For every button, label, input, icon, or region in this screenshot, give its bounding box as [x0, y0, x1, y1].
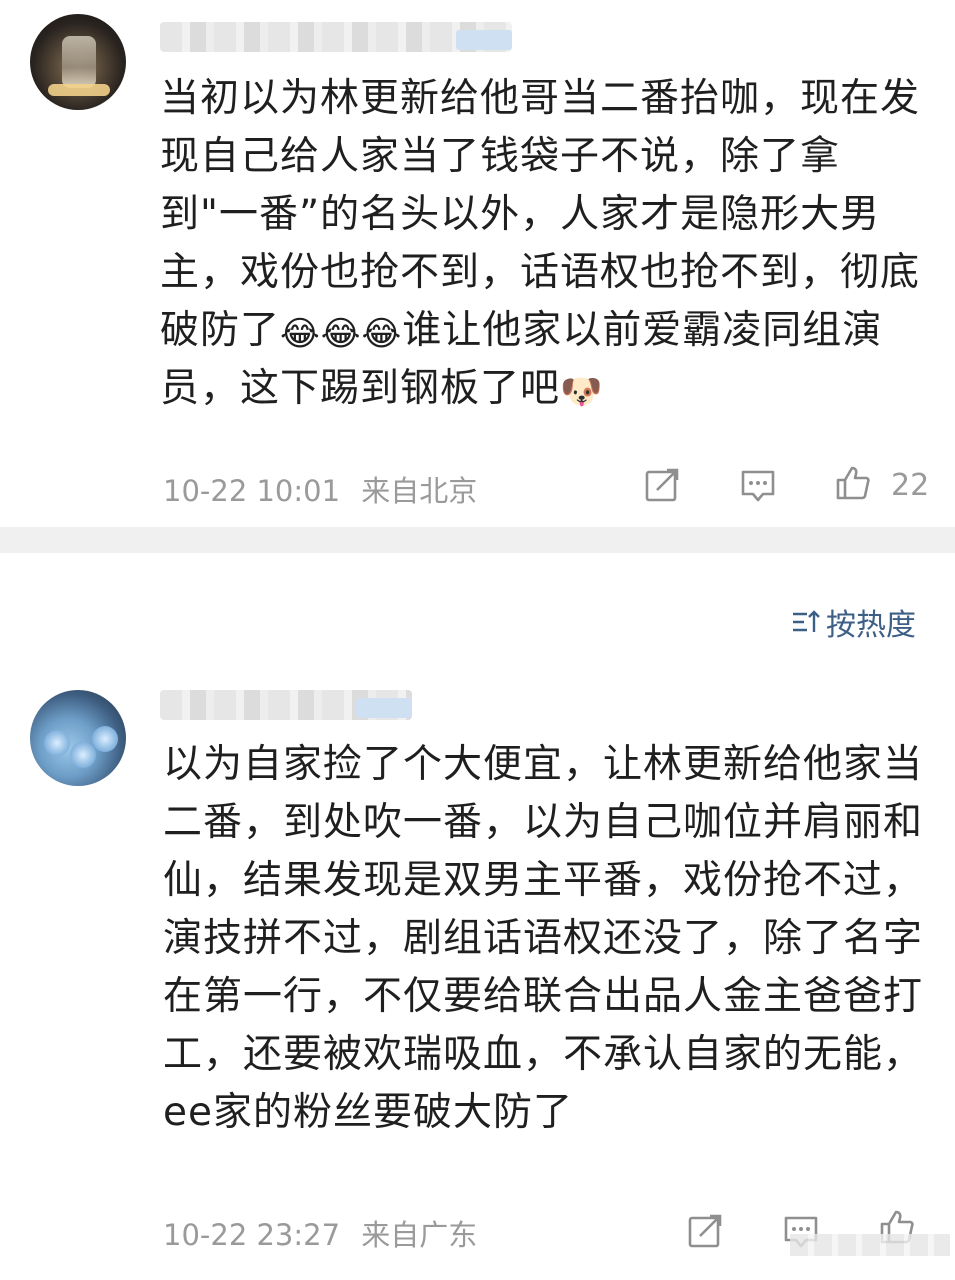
share-icon — [688, 1214, 722, 1248]
comment-time: 10-22 23:27 — [163, 1218, 341, 1252]
comment-location: 来自广东 — [361, 1218, 478, 1252]
avatar-image — [92, 726, 118, 752]
watermark-blurred — [790, 1234, 950, 1256]
share-button[interactable] — [686, 1212, 724, 1250]
comment-text: 以为自家捡了个大便宜，让林更新给他家当二番，到处吹一番，以为自己咖位并肩丽和仙，… — [163, 742, 924, 1135]
avatar-image — [44, 730, 70, 756]
avatar-image — [70, 742, 96, 768]
avatar[interactable] — [30, 690, 126, 786]
username-blurred[interactable] — [160, 690, 412, 720]
comment-meta: 10-22 23:27 来自广东 — [163, 1212, 477, 1254]
user-badge — [356, 698, 412, 718]
comment-card-2: 以为自家捡了个大便宜，让林更新给他家当二番，到处吹一番，以为自己咖位并肩丽和仙，… — [0, 0, 955, 1280]
